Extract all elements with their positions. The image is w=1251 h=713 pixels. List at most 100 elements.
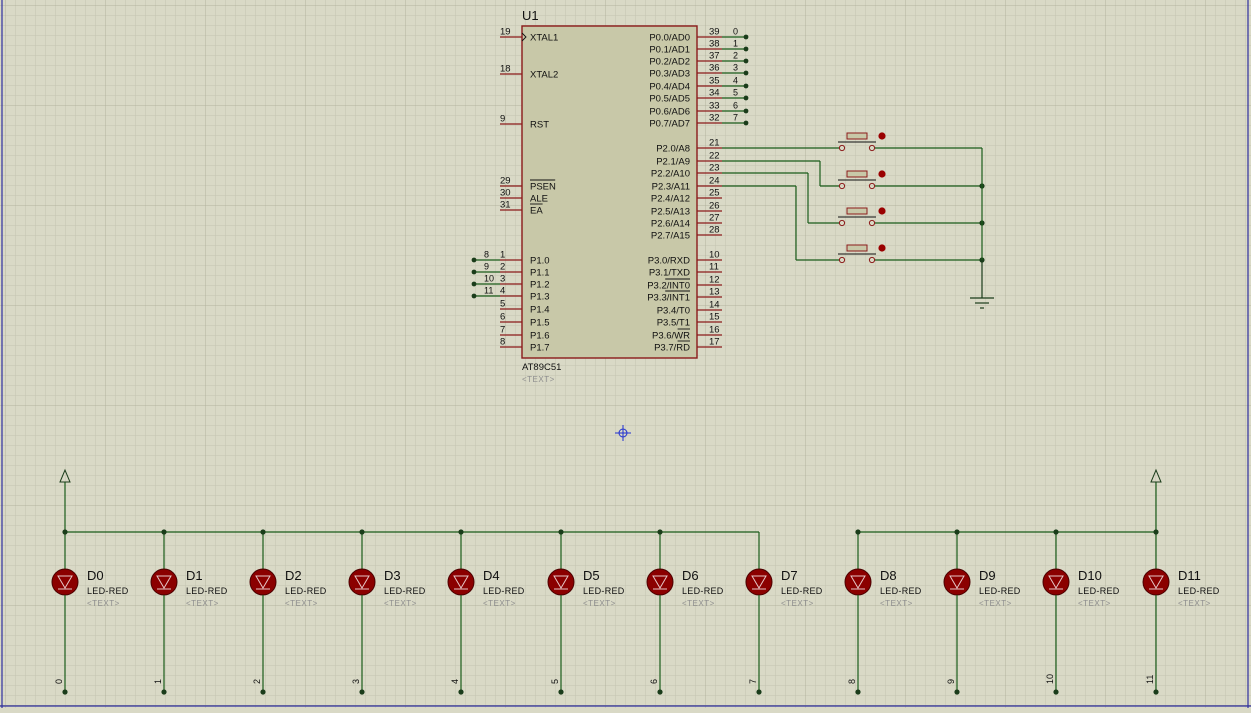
net-label: 9 [484,262,489,272]
pin-name: P3.4/T0 [657,306,690,317]
net-label: 11 [484,286,493,296]
pin-number: 8 [500,337,505,348]
pin-number: 13 [709,287,720,298]
led-body[interactable] [1042,568,1070,596]
pin-name: P0.6/AD6 [649,107,690,118]
led-body[interactable] [150,568,178,596]
pin-number: 31 [500,200,511,211]
net-terminal-dot [743,120,749,126]
junction-dot [359,529,365,535]
pin-name: P2.1/A9 [656,157,690,168]
led-value-label: LED-RED [285,586,327,596]
led-ref-label: D6 [682,568,699,583]
pin-name: P0.4/AD4 [649,82,690,93]
led-ref-label: D10 [1078,568,1102,583]
chip-ref-label: U1 [522,8,539,23]
pin-number: 37 [709,51,720,62]
pin-name: EA [530,206,543,217]
led-body[interactable] [943,568,971,596]
schematic-canvas[interactable]: U1 19 XTAL1 18 XTAL2 9 RST 29 PSEN 30 ALE 31 EA 1 P1.… [0,0,1251,708]
led-value-label: LED-RED [384,586,426,596]
led-ref-label: D11 [1178,568,1201,583]
net-terminal-dot [743,83,749,89]
junction-dot [657,529,663,535]
button-indicator-dot [878,207,886,215]
led-text-placeholder: <TEXT> [384,599,417,608]
led-body[interactable] [348,568,376,596]
led-body[interactable] [51,568,79,596]
junction-dot [62,529,68,535]
pin-number: 30 [500,188,511,199]
pin-name: P0.7/AD7 [649,119,690,130]
pin-number: 4 [500,286,505,297]
net-label: 5 [733,88,738,98]
pin-name: P2.5/A13 [651,207,690,218]
pin-name: P2.2/A10 [651,169,690,180]
led-body[interactable] [447,568,475,596]
net-terminal-dot [743,46,749,52]
pin-number: 23 [709,163,720,174]
led-body[interactable] [547,568,575,596]
pin-number: 26 [709,201,720,212]
net-label: 0 [733,27,738,37]
net-label: 4 [733,76,738,86]
led-value-label: LED-RED [583,586,625,596]
pin-name: P2.4/A12 [651,194,690,205]
net-terminal-dot [855,689,861,695]
pin-name: P3.0/RXD [648,256,690,267]
led-value-label: LED-RED [87,586,129,596]
led-net-label: 11 [1145,675,1155,684]
net-terminal-dot [62,689,68,695]
led-value-label: LED-RED [682,586,724,596]
led-value-label: LED-RED [186,586,228,596]
pin-number: 9 [500,114,505,125]
net-terminal-dot [743,70,749,76]
led-body[interactable] [646,568,674,596]
led-text-placeholder: <TEXT> [483,599,516,608]
pin-name: P2.0/A8 [656,144,690,155]
junction-dot [558,529,564,535]
pin-name: P0.2/AD2 [649,57,690,68]
pin-number: 15 [709,312,720,323]
net-terminal-dot [558,689,564,695]
pin-name: P1.4 [530,305,550,316]
pin-name: P3.5/T1 [657,318,690,329]
led-value-label: LED-RED [781,586,823,596]
junction-dot [1153,529,1159,535]
pin-number: 2 [500,262,505,273]
led-value-label: LED-RED [1078,586,1120,596]
led-ref-label: D0 [87,568,104,583]
led-value-label: LED-RED [1178,586,1220,596]
net-label: 3 [733,63,738,73]
pin-name: P1.5 [530,318,550,329]
led-body[interactable] [844,568,872,596]
pin-number: 16 [709,325,720,336]
pin-number: 28 [709,225,720,236]
pin-number: 39 [709,27,720,38]
pin-number: 12 [709,275,720,286]
schematic-svg[interactable]: U1 19XTAL118XTAL29RST29PSEN30ALE31EA1P1.… [0,0,1251,708]
pin-name: P2.3/A11 [652,182,690,193]
pin-name: P3.7/RD [654,343,690,354]
led-text-placeholder: <TEXT> [682,599,715,608]
led-text-placeholder: <TEXT> [880,599,913,608]
led-net-label: 2 [252,679,262,684]
junction-dot [260,529,266,535]
led-ref-label: D5 [583,568,600,583]
led-body[interactable] [1142,568,1170,596]
net-terminal-dot [743,108,749,114]
led-body[interactable] [745,568,773,596]
pin-name: P2.7/A15 [651,231,690,242]
net-terminal-dot [756,689,762,695]
led-text-placeholder: <TEXT> [1178,599,1211,608]
net-terminal-dot [743,58,749,64]
led-text-placeholder: <TEXT> [1078,599,1111,608]
led-body[interactable] [249,568,277,596]
pin-name: PSEN [530,182,556,193]
led-text-placeholder: <TEXT> [583,599,616,608]
junction-dot [855,529,861,535]
pin-name: P1.3 [530,292,550,303]
pin-number: 11 [709,262,719,273]
led-ref-label: D8 [880,568,897,583]
led-ref-label: D3 [384,568,401,583]
